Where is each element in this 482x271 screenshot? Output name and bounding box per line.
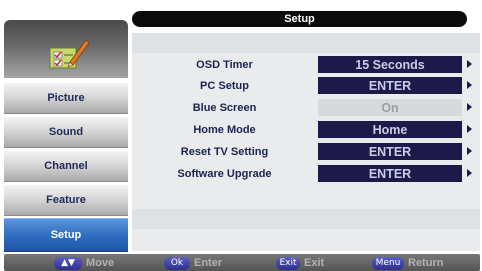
sidebar-item-channel[interactable]: Channel xyxy=(4,150,128,182)
setting-row-blue-screen[interactable]: Blue Screen On xyxy=(132,98,480,118)
chevron-right-icon[interactable] xyxy=(467,147,472,155)
setting-value[interactable]: ENTER xyxy=(318,77,462,94)
key-hint-bar: ▲▼ Move Ok Enter Exit Exit Menu Return xyxy=(4,254,480,271)
hint-label: Return xyxy=(408,257,444,269)
setting-value[interactable]: On xyxy=(318,99,462,116)
sidebar: Picture Sound Channel Feature Setup xyxy=(4,20,128,252)
arrow-keys-icon: ▲▼ xyxy=(54,256,82,270)
sidebar-item-picture[interactable]: Picture xyxy=(4,82,128,114)
setting-value[interactable]: ENTER xyxy=(318,143,462,160)
sidebar-item-label: Channel xyxy=(44,160,88,172)
chevron-right-icon[interactable] xyxy=(467,81,472,89)
sidebar-item-label: Feature xyxy=(46,194,86,206)
sidebar-item-setup[interactable]: Setup xyxy=(4,218,128,252)
chevron-right-icon[interactable] xyxy=(467,60,472,68)
hint-return: Menu Return xyxy=(372,256,443,270)
setting-label: OSD Timer xyxy=(196,59,253,71)
menu-title-bar: Setup xyxy=(132,11,467,27)
sidebar-item-sound[interactable]: Sound xyxy=(4,116,128,148)
sidebar-item-label: Sound xyxy=(48,126,84,138)
setting-row-pc-setup[interactable]: PC Setup ENTER xyxy=(132,76,480,96)
setting-row-reset-tv[interactable]: Reset TV Setting ENTER xyxy=(132,142,480,162)
settings-panel: OSD Timer 15 Seconds PC Setup ENTER Blue… xyxy=(132,33,480,251)
panel-spacer-row xyxy=(132,33,480,53)
setting-label: Blue Screen xyxy=(192,102,257,114)
exit-key-icon: Exit xyxy=(276,256,300,270)
tv-osd-screen: Picture Sound Channel Feature Setup Setu… xyxy=(0,0,482,271)
setting-value[interactable]: ENTER xyxy=(318,165,462,182)
setting-label: Home Mode xyxy=(193,124,256,136)
hint-label: Enter xyxy=(194,257,223,269)
setting-label: PC Setup xyxy=(200,80,249,92)
chevron-right-icon[interactable] xyxy=(467,103,472,111)
panel-empty-row xyxy=(132,209,480,229)
setting-row-osd-timer[interactable]: OSD Timer 15 Seconds xyxy=(132,55,480,75)
setting-label: Reset TV Setting xyxy=(180,146,269,158)
setting-value[interactable]: Home xyxy=(318,121,462,138)
ok-key-icon: Ok xyxy=(164,256,190,270)
hint-move: ▲▼ Move xyxy=(54,256,114,270)
hint-label: Exit xyxy=(304,257,325,269)
edit-checklist-icon xyxy=(49,39,90,69)
sidebar-item-feature[interactable]: Feature xyxy=(4,184,128,216)
setting-label: Software Upgrade xyxy=(177,168,272,180)
menu-key-icon: Menu xyxy=(372,256,404,270)
chevron-right-icon[interactable] xyxy=(467,169,472,177)
sidebar-logo-tile xyxy=(4,20,128,78)
setting-row-software-upgrade[interactable]: Software Upgrade ENTER xyxy=(132,164,480,184)
hint-label: Move xyxy=(86,257,115,269)
hint-exit: Exit Exit xyxy=(276,256,324,270)
setting-value[interactable]: 15 Seconds xyxy=(318,56,462,73)
chevron-right-icon[interactable] xyxy=(467,125,472,133)
sidebar-item-label: Picture xyxy=(47,92,85,104)
page-title: Setup xyxy=(284,13,315,25)
hint-enter: Ok Enter xyxy=(164,256,222,270)
setting-row-home-mode[interactable]: Home Mode Home xyxy=(132,120,480,140)
sidebar-item-label: Setup xyxy=(50,229,82,241)
